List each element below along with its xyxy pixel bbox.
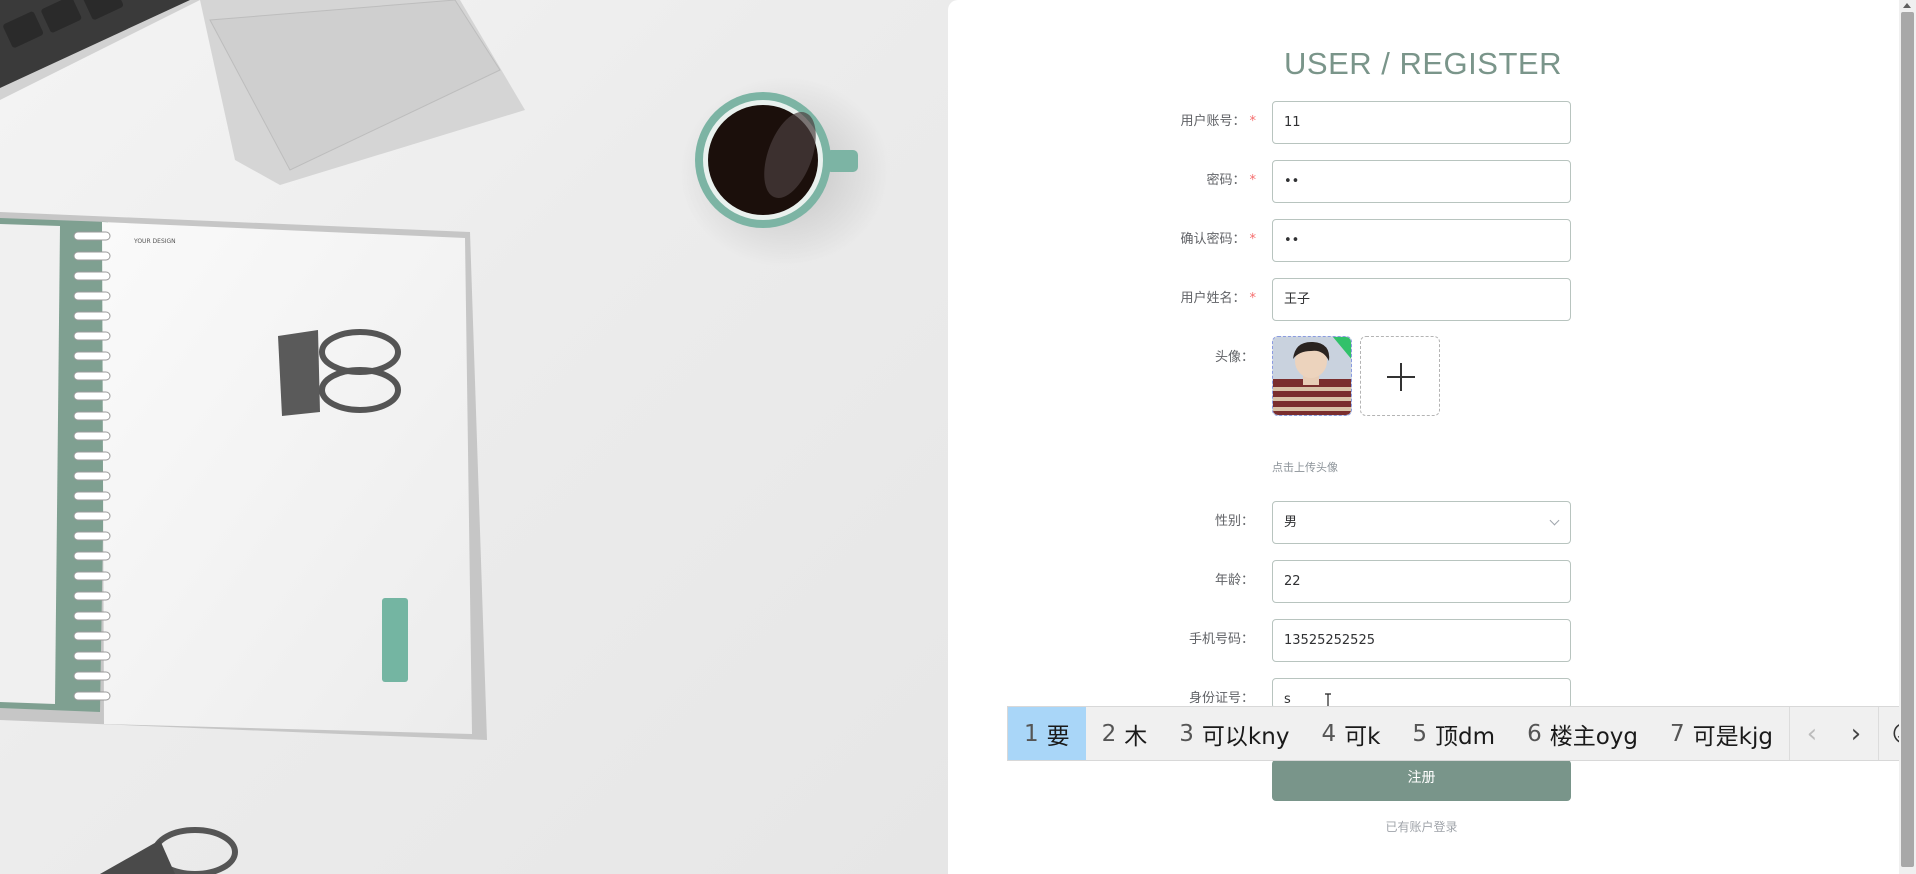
required-mark: * bbox=[1249, 232, 1257, 247]
ime-prev-page-icon[interactable]: ‹ bbox=[1790, 707, 1834, 760]
register-page: YOUR DESIGN USER / REGISTER 用户账号： * 11 密… bbox=[0, 0, 1916, 874]
age-input[interactable]: 22 bbox=[1272, 560, 1571, 603]
age-label: 年龄： bbox=[1120, 571, 1254, 591]
real-name-input[interactable]: 王子 bbox=[1272, 278, 1571, 321]
ime-candidate-2[interactable]: 2木 bbox=[1086, 707, 1164, 760]
avatar-label: 头像： bbox=[1120, 348, 1254, 368]
ime-candidate-4[interactable]: 4 可k bbox=[1305, 707, 1396, 760]
ime-candidate-text: 木 bbox=[1124, 723, 1148, 750]
ime-candidate-number: 1 bbox=[1024, 720, 1039, 747]
ime-candidate-6[interactable]: 6 楼主oyg bbox=[1511, 707, 1654, 760]
username-input[interactable]: 11 bbox=[1272, 101, 1571, 144]
ime-candidate-7[interactable]: 7 可是kjg bbox=[1654, 707, 1789, 760]
username-label-text: 用户账号： bbox=[1180, 114, 1246, 129]
login-link[interactable]: 已有账户登录 bbox=[1272, 818, 1571, 835]
confirm-password-label-text: 确认密码： bbox=[1180, 232, 1246, 247]
svg-text:YOUR DESIGN: YOUR DESIGN bbox=[133, 238, 176, 245]
scroll-up-arrow-icon[interactable] bbox=[1903, 3, 1911, 8]
ime-candidate-number: 5 bbox=[1412, 720, 1428, 747]
real-name-label: 用户姓名： * bbox=[1120, 289, 1256, 309]
laptop-shape bbox=[0, 0, 525, 185]
phone-label-text: 手机号码： bbox=[1188, 632, 1254, 647]
avatar-image bbox=[1273, 337, 1351, 415]
desk-background-image: YOUR DESIGN bbox=[0, 0, 948, 874]
confirm-password-label: 确认密码： * bbox=[1120, 230, 1256, 250]
password-label: 密码： * bbox=[1120, 171, 1256, 191]
ime-next-page-icon[interactable]: › bbox=[1834, 707, 1878, 760]
ime-candidate-text: 可以kny bbox=[1201, 723, 1290, 750]
eraser-shape bbox=[382, 598, 408, 682]
required-mark: * bbox=[1249, 173, 1257, 188]
id-card-label-text: 身份证号： bbox=[1188, 691, 1254, 706]
confirm-password-input[interactable]: •• bbox=[1272, 219, 1571, 262]
password-input[interactable]: •• bbox=[1272, 160, 1571, 203]
ime-candidate-number: 2 bbox=[1101, 720, 1117, 747]
ime-candidate-5[interactable]: 5 顶dm bbox=[1396, 707, 1511, 760]
ime-nav: ‹ › ☺ bbox=[1788, 707, 1916, 760]
ime-candidate-text: 要 bbox=[1046, 723, 1070, 750]
ime-candidate-number: 4 bbox=[1321, 720, 1337, 747]
upload-tip: 点击上传头像 bbox=[1272, 461, 1338, 474]
ime-candidate-text: 可k bbox=[1344, 723, 1381, 750]
real-name-label-text: 用户姓名： bbox=[1180, 291, 1246, 306]
phone-label: 手机号码： bbox=[1120, 630, 1254, 650]
register-button[interactable]: 注册 bbox=[1272, 760, 1571, 801]
ime-candidate-text: 楼主oyg bbox=[1549, 723, 1638, 750]
ime-candidate-text: 顶dm bbox=[1435, 723, 1496, 750]
plus-icon-vertical bbox=[1400, 363, 1402, 391]
username-label: 用户账号： * bbox=[1120, 112, 1256, 132]
ime-candidate-3[interactable]: 3 可以kny bbox=[1163, 707, 1305, 760]
ime-candidate-1[interactable]: 1要 bbox=[1008, 707, 1086, 760]
gender-select-value: 男 bbox=[1284, 515, 1298, 530]
gender-label-text: 性别： bbox=[1214, 514, 1254, 529]
ime-candidate-number: 6 bbox=[1527, 720, 1542, 747]
chevron-down-icon bbox=[1549, 515, 1560, 526]
notebook-shape: YOUR DESIGN bbox=[0, 212, 487, 740]
required-mark: * bbox=[1249, 291, 1257, 306]
gender-label: 性别： bbox=[1120, 512, 1254, 532]
password-label-text: 密码： bbox=[1206, 173, 1246, 188]
scrollbar-thumb[interactable] bbox=[1901, 12, 1914, 867]
id-card-input[interactable]: s bbox=[1272, 678, 1571, 709]
ime-candidate-number: 7 bbox=[1670, 720, 1685, 747]
phone-input[interactable]: 13525252525 bbox=[1272, 619, 1571, 662]
age-label-text: 年龄： bbox=[1214, 573, 1254, 588]
bottom-clip-shape bbox=[100, 827, 238, 874]
avatar-thumbnail[interactable] bbox=[1272, 336, 1352, 416]
coffee-cup-shape bbox=[680, 77, 890, 267]
page-title: USER / REGISTER bbox=[1284, 46, 1562, 81]
avatar-upload-button[interactable] bbox=[1360, 336, 1440, 416]
required-mark: * bbox=[1249, 114, 1257, 129]
ime-candidate-bar: 1要 2木 3 可以kny 4 可k 5 顶dm 6 楼主oyg 7 可是kjg ‹ › … bbox=[1007, 706, 1916, 761]
desk-scene-illustration: YOUR DESIGN bbox=[0, 0, 890, 874]
ime-candidate-number: 3 bbox=[1179, 720, 1194, 747]
avatar-label-text: 头像： bbox=[1214, 350, 1254, 365]
gender-select[interactable]: 男 bbox=[1272, 501, 1571, 544]
page-scrollbar[interactable] bbox=[1899, 0, 1916, 874]
ime-candidate-text: 可是kjg bbox=[1692, 723, 1773, 750]
